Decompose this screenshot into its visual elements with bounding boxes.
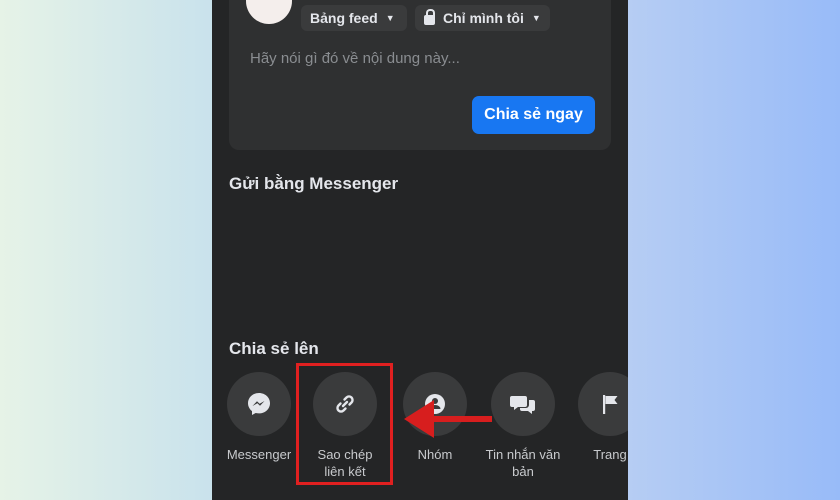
flag-icon <box>603 395 618 414</box>
share-option-text-message[interactable]: Tin nhắn văn bản <box>485 372 561 480</box>
lock-icon <box>424 9 435 25</box>
avatar <box>246 0 292 24</box>
caret-down-icon: ▼ <box>531 13 541 23</box>
chat-bubbles-icon <box>510 396 535 414</box>
privacy-label: Chỉ mình tôi <box>443 10 524 26</box>
highlight-box <box>296 363 393 485</box>
audience-feed-dropdown[interactable]: Bảng feed ▼ <box>301 5 407 31</box>
background-right <box>628 0 840 500</box>
share-option-label: Trang <box>593 447 627 462</box>
audience-feed-label: Bảng feed <box>310 10 378 26</box>
messenger-section-title: Gửi bằng Messenger <box>229 174 399 193</box>
caret-down-icon: ▼ <box>385 13 395 23</box>
share-option-page[interactable]: Trang <box>572 372 628 463</box>
background-left <box>0 0 212 500</box>
share-composer: Bảng feed ▼ Chỉ mình tôi ▼ Hãy nói gì đó… <box>229 0 611 150</box>
share-to-section-title: Chia sẻ lên <box>229 339 319 358</box>
share-option-label: Tin nhắn văn bản <box>485 447 561 479</box>
share-now-button[interactable]: Chia sẻ ngay <box>472 96 595 134</box>
post-text-input[interactable]: Hãy nói gì đó về nội dung này... <box>250 50 460 67</box>
privacy-dropdown[interactable]: Chỉ mình tôi ▼ <box>415 5 550 31</box>
share-option-label: Messenger <box>226 447 292 462</box>
messenger-icon <box>248 393 270 415</box>
share-option-messenger[interactable]: Messenger <box>221 372 297 463</box>
pointer-arrow-icon <box>404 400 492 438</box>
